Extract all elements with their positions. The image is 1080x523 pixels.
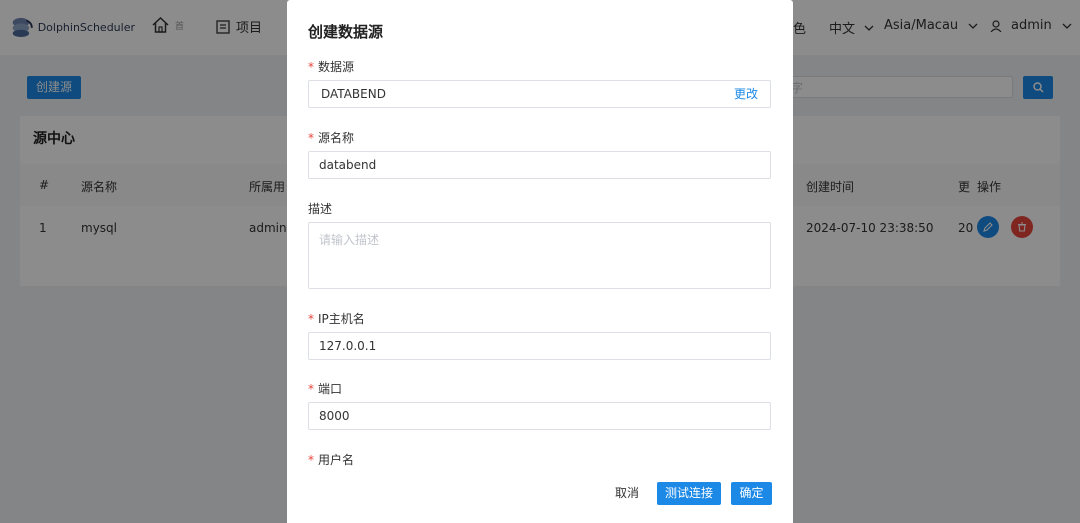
datasource-label: * 数据源 <box>308 60 355 74</box>
cancel-button[interactable]: 取消 <box>609 482 645 505</box>
port-label: * 端口 <box>308 382 343 396</box>
modal-title: 创建数据源 <box>308 23 384 41</box>
port-input[interactable]: 8000 <box>308 402 771 430</box>
test-connection-button[interactable]: 测试连接 <box>657 482 721 505</box>
change-datasource-link[interactable]: 更改 <box>734 81 758 107</box>
datasource-select[interactable]: DATABEND 更改 <box>308 80 771 108</box>
host-input[interactable]: 127.0.0.1 <box>308 332 771 360</box>
description-label: 描述 <box>308 202 333 216</box>
username-label: * 用户名 <box>308 453 355 467</box>
datasource-value: DATABEND <box>321 87 386 101</box>
name-label: * 源名称 <box>308 131 355 145</box>
name-input[interactable]: databend <box>308 151 771 179</box>
confirm-button[interactable]: 确定 <box>731 482 772 505</box>
description-textarea[interactable]: 请输入描述 <box>308 222 771 289</box>
host-label: * IP主机名 <box>308 312 365 326</box>
create-datasource-modal: 创建数据源 * 数据源 DATABEND 更改 * 源名称 databend 描述 … <box>287 0 793 523</box>
